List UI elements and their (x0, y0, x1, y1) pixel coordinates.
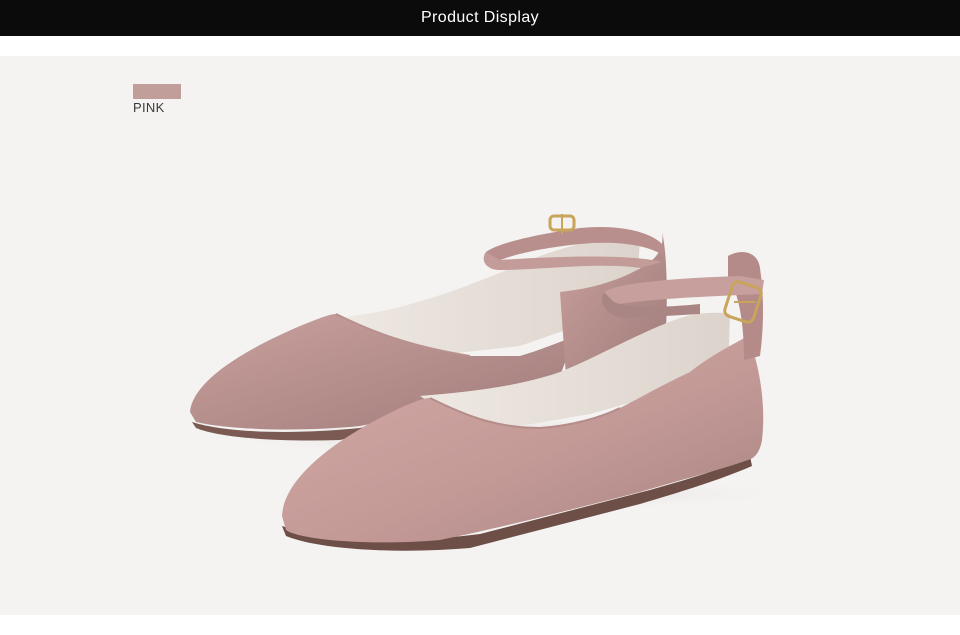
product-photo (190, 214, 800, 551)
header-bar: Product Display (0, 0, 960, 36)
product-image-area: PINK (0, 56, 960, 615)
product-display-page: Product Display PINK (0, 0, 960, 635)
header-title: Product Display (420, 9, 540, 26)
